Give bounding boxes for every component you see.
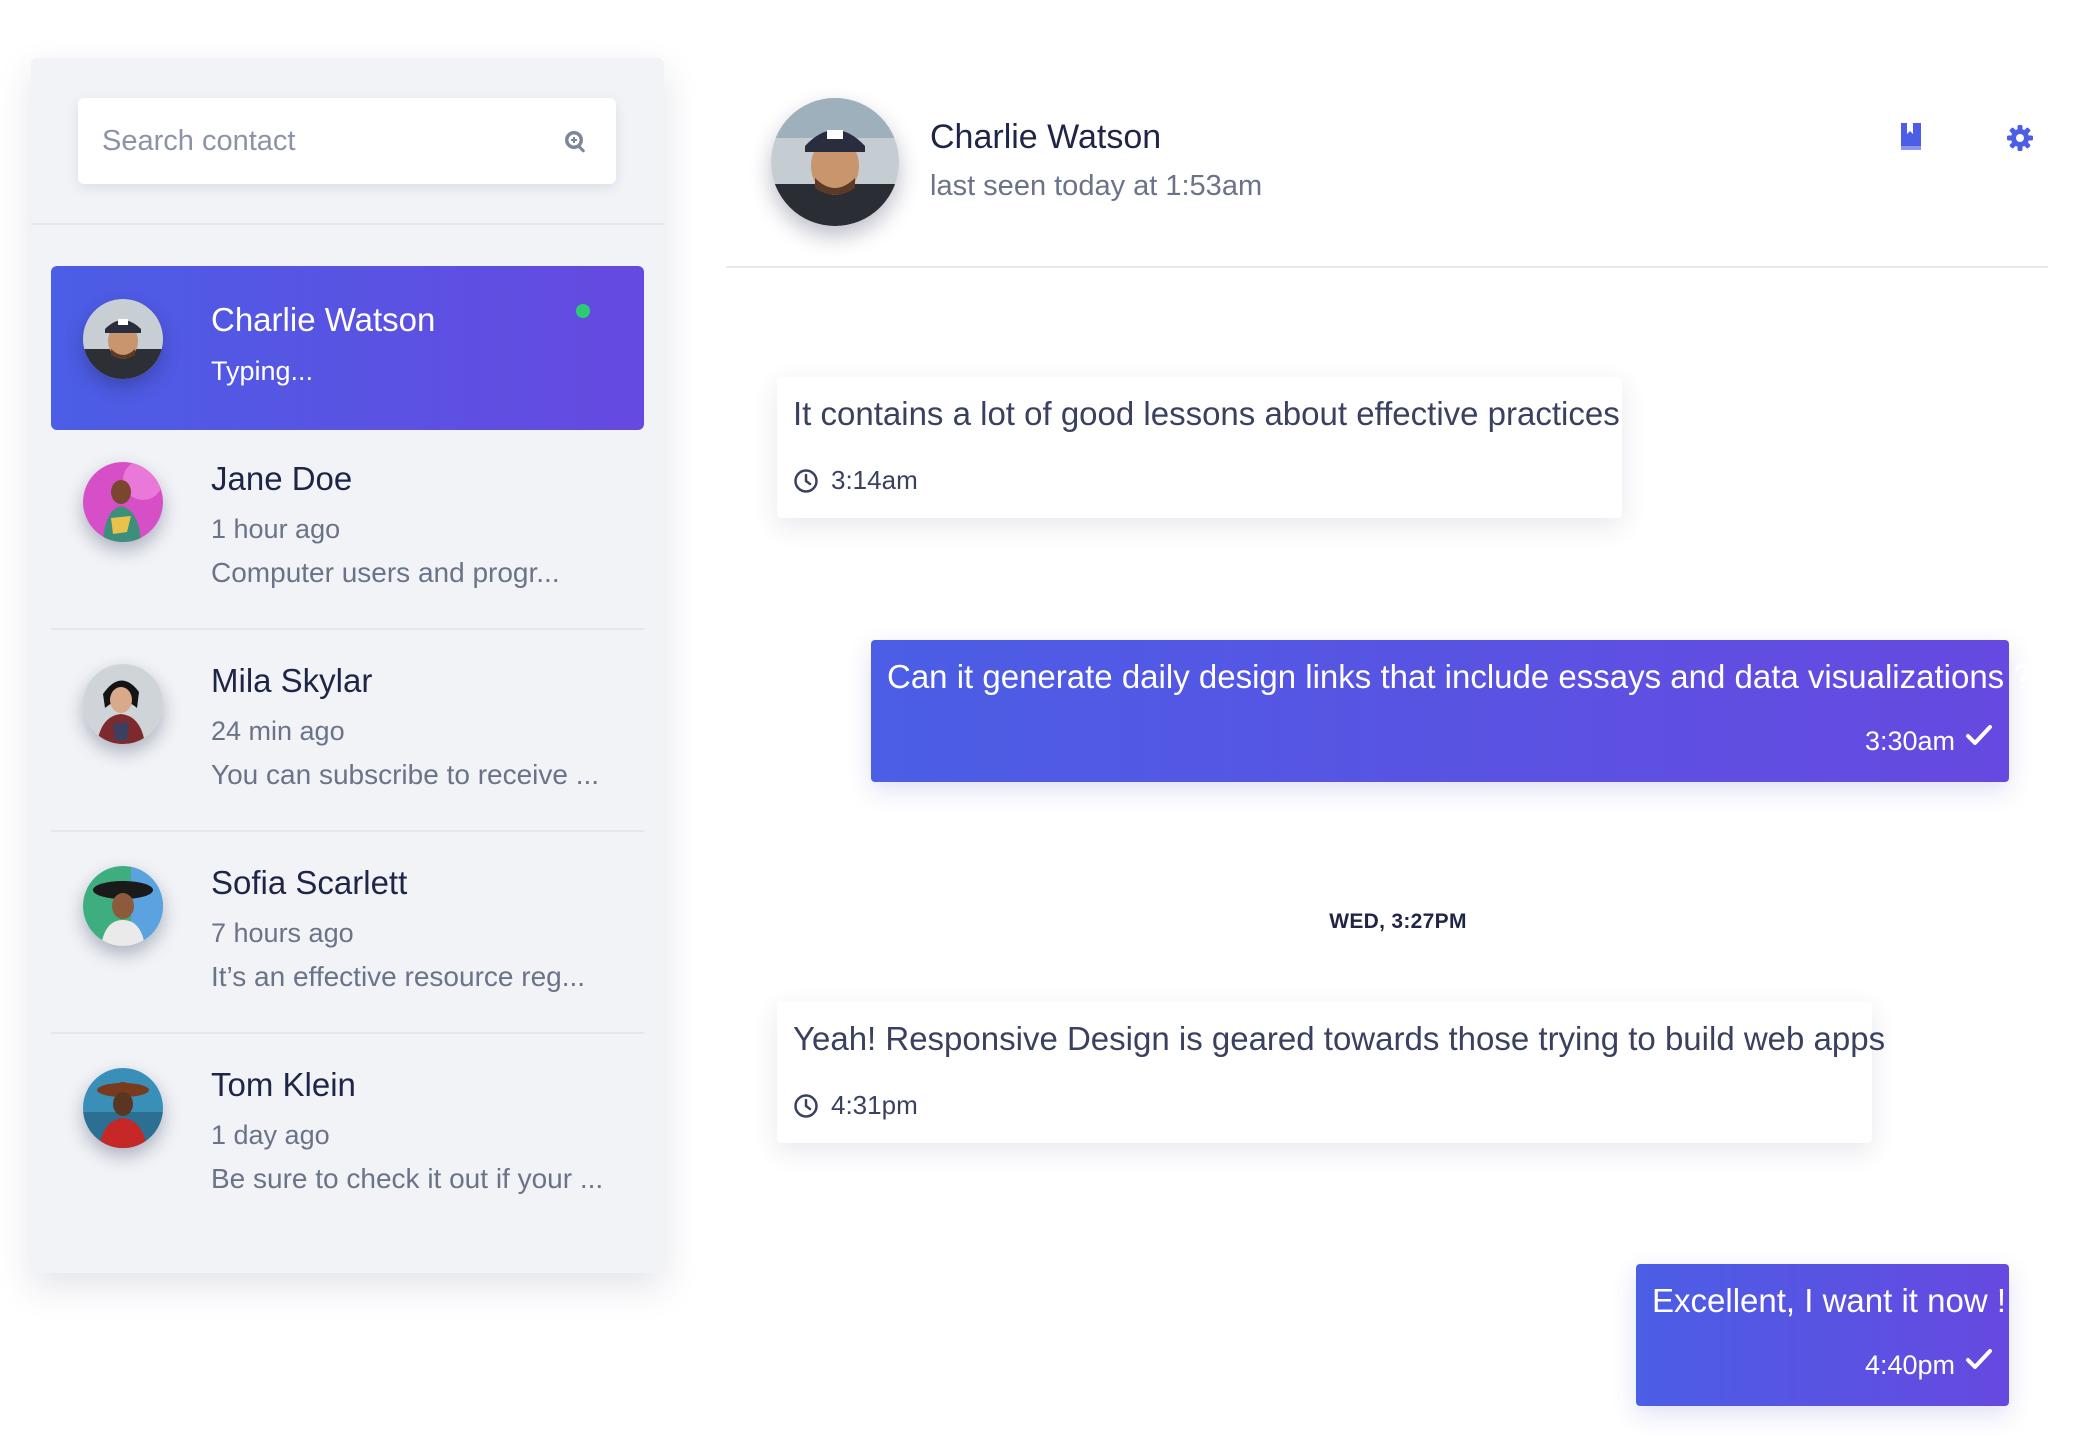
contact-item-jane-doe[interactable]: Jane Doe 1 hour ago Computer users and p… [51,430,644,630]
message-incoming: It contains a lot of good lessons about … [777,377,1622,518]
contact-name: Mila Skylar [211,662,373,699]
contact-preview: It’s an effective resource reg... [211,961,586,992]
avatar [83,1068,163,1148]
bookmark-icon[interactable] [1898,122,1924,154]
message-outgoing: Can it generate daily design links that … [871,640,2032,782]
contact-time: 1 hour ago [211,514,341,544]
date-separator: WED, 3:27PM [1329,910,1467,933]
contact-preview: Computer users and progr... [211,557,560,588]
contact-name: Tom Klein [211,1066,356,1103]
contact-item-sofia-scarlett[interactable]: Sofia Scarlett 7 hours ago It’s an effec… [51,832,644,1034]
message-meta: 3:30am [1864,724,1993,757]
message-text: Can it generate daily design links that … [887,658,2032,695]
chat-header: Charlie Watson last seen today at 1:53am [726,90,2048,268]
message-meta: 3:14am [793,465,918,496]
contact-preview: You can subscribe to receive ... [211,759,600,790]
avatar [83,462,163,542]
contact-preview: Be sure to check it out if your ... [211,1163,604,1194]
contact-name: Jane Doe [211,460,353,497]
contact-name: Sofia Scarlett [211,864,408,901]
message-incoming: Yeah! Responsive Design is geared toward… [777,1002,1885,1143]
message-text: Excellent, I want it now ! [1652,1282,2006,1319]
search-input[interactable] [78,98,548,184]
chat-contact-status: last seen today at 1:53am [930,170,1263,202]
message-time: 3:30am [1864,726,1955,756]
message-text: Yeah! Responsive Design is geared toward… [793,1020,1886,1057]
search-box[interactable] [78,98,616,184]
message-meta: 4:31pm [793,1090,918,1121]
clock-icon [794,1093,818,1118]
check-icon [1966,1348,1992,1369]
contact-item-charlie-watson[interactable]: Charlie Watson Typing... [51,266,644,430]
contact-item-tom-klein[interactable]: Tom Klein 1 day ago Be sure to check it … [51,1034,644,1234]
gear-icon[interactable] [2006,124,2034,152]
contact-item-mila-skylar[interactable]: Mila Skylar 24 min ago You can subscribe… [51,630,644,832]
contact-time: 7 hours ago [211,918,354,948]
message-time: 3:14am [831,465,918,495]
clock-icon [794,468,818,493]
avatar [83,664,163,744]
message-outgoing: Excellent, I want it now ! 4:40pm [1636,1264,2009,1406]
online-indicator [576,304,590,318]
chat-contact-name: Charlie Watson [930,118,1162,156]
search-area [31,58,664,225]
message-time: 4:40pm [1864,1350,1955,1380]
contact-time: 24 min ago [211,716,345,746]
message-time: 4:31pm [831,1090,918,1120]
header-avatar[interactable] [771,98,899,226]
message-meta: 4:40pm [1864,1348,1993,1381]
avatar [83,866,163,946]
message-text: It contains a lot of good lessons about … [793,395,1620,432]
contacts-sidebar: Charlie Watson Typing... Jane Doe 1 hour… [31,58,664,1273]
search-icon[interactable] [562,128,590,156]
contact-status: Typing... [211,356,314,386]
avatar [83,299,163,379]
contact-name: Charlie Watson [211,301,436,338]
check-icon [1966,724,1992,745]
contact-time: 1 day ago [211,1120,330,1150]
